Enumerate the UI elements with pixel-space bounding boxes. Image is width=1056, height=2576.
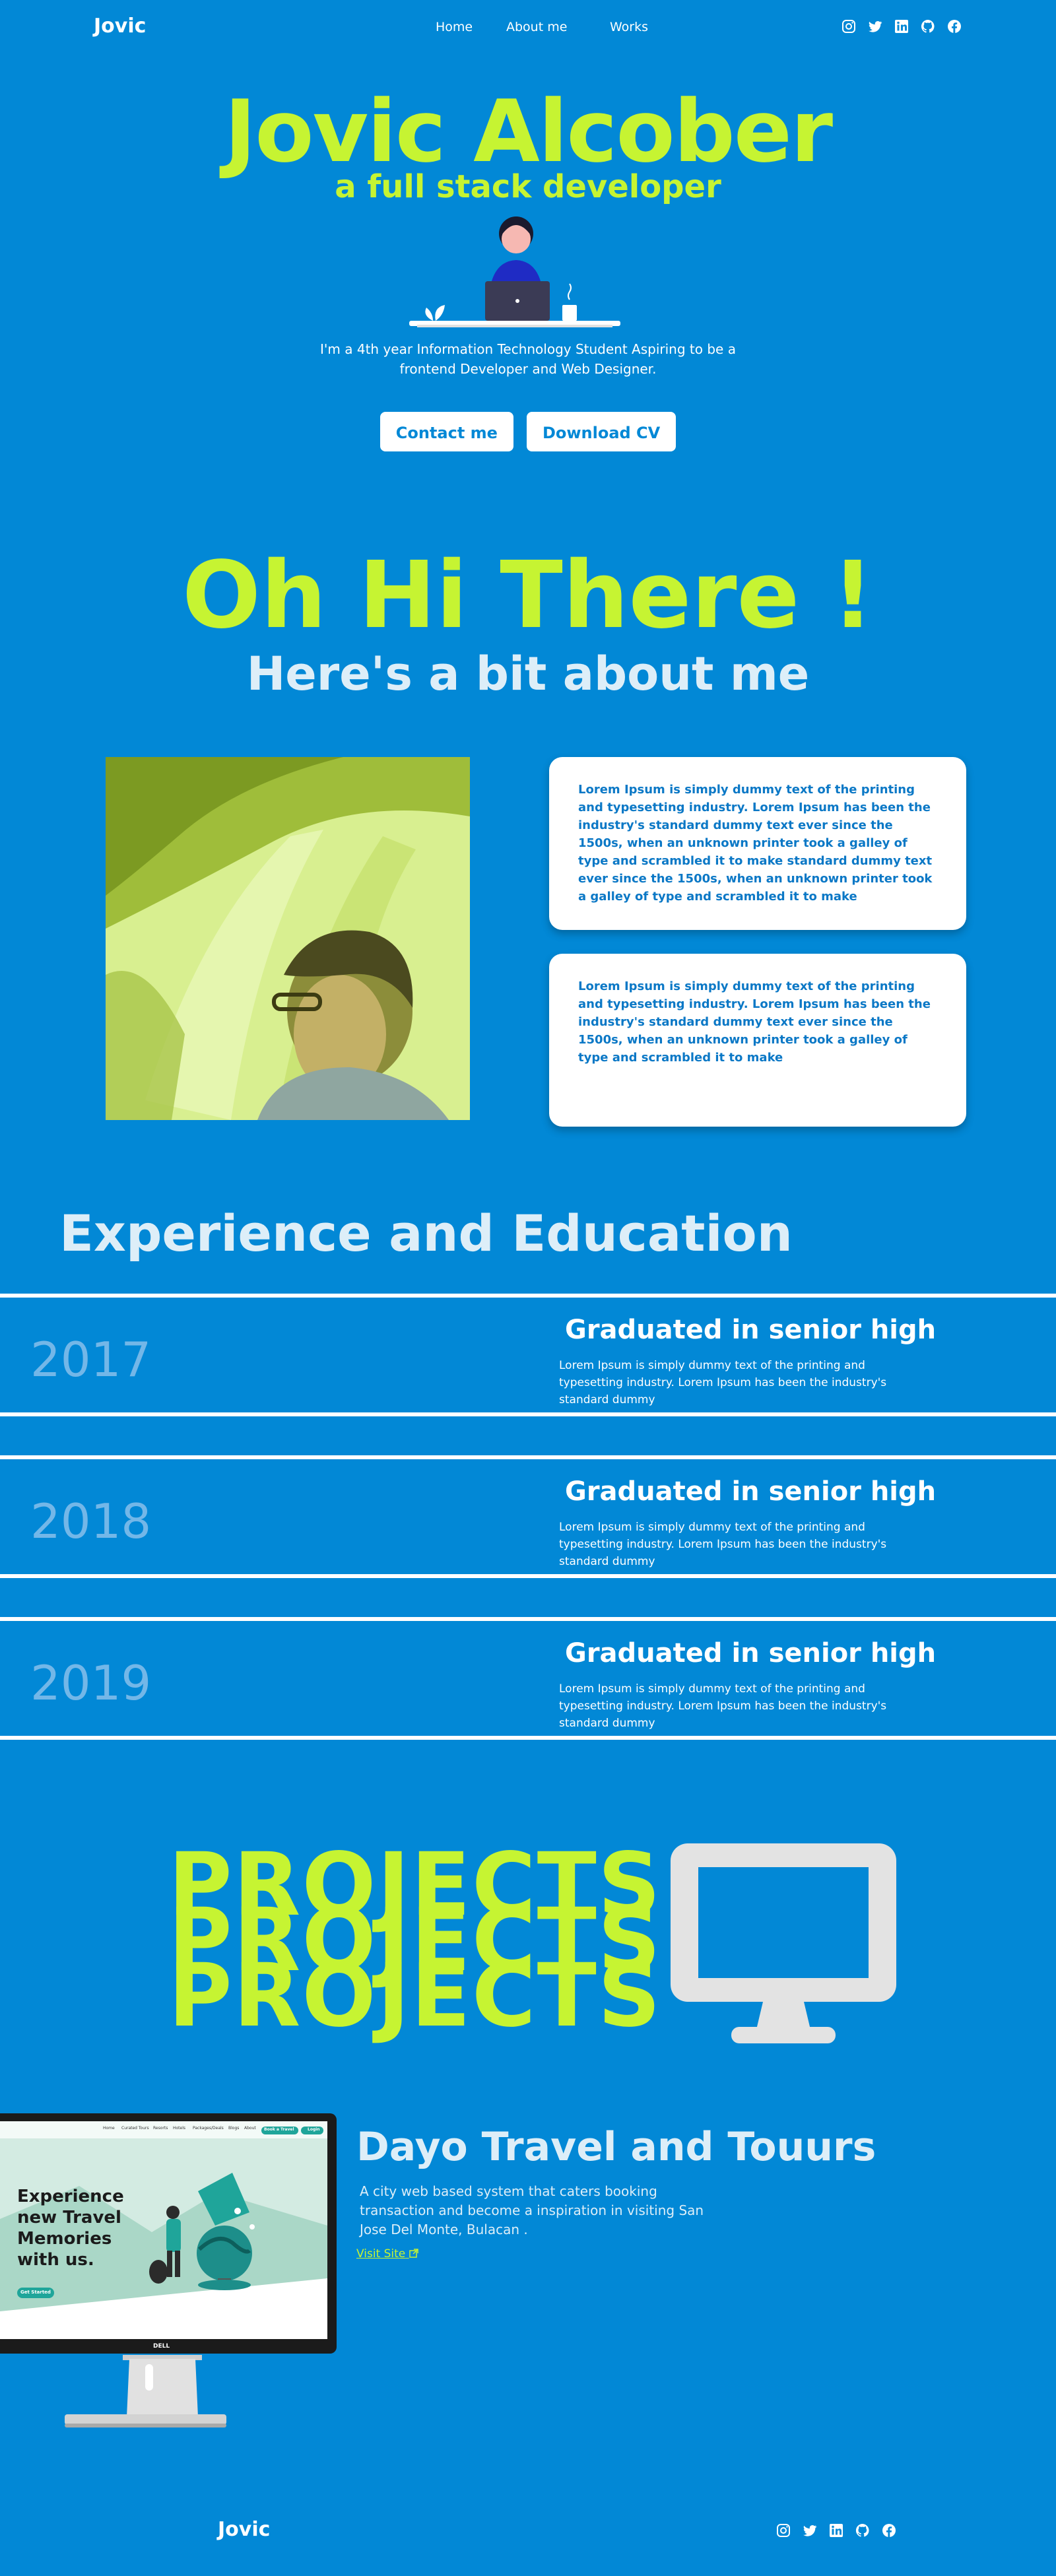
screen-nav-link: Curated Tours xyxy=(121,2126,149,2130)
project-description: A city web based system that caters book… xyxy=(360,2183,704,2237)
project-title: Dayo Travel and Touurs xyxy=(356,2124,876,2170)
visit-site-link[interactable]: Visit Site xyxy=(356,2247,418,2261)
profile-photo xyxy=(106,757,470,1120)
screen-cta: Login xyxy=(308,2127,320,2132)
hero-description: I'm a 4th year Information Technology St… xyxy=(320,341,736,377)
hero-buttons: Contact me Download CV xyxy=(0,412,1056,451)
github-icon[interactable] xyxy=(920,18,936,34)
hero-role: a full stack developer xyxy=(335,168,721,205)
download-cv-button[interactable]: Download CV xyxy=(526,412,676,451)
screen-headline: Experience new Travel Memories with us. xyxy=(17,2187,124,2270)
external-link-icon xyxy=(409,2247,418,2261)
nav-links: Home About me Works xyxy=(436,20,648,34)
about-subtitle: Here's a bit about me xyxy=(246,647,810,701)
footer-social-links xyxy=(776,2523,897,2541)
nav-link-works[interactable]: Works xyxy=(610,20,648,34)
twitter-icon[interactable] xyxy=(867,18,883,34)
screen-get-started: Get Started xyxy=(20,2290,51,2295)
footer-logo[interactable]: Jovic xyxy=(218,2518,270,2541)
social-links xyxy=(841,18,962,34)
experience-item-title: Graduated in senior high xyxy=(565,1638,937,1668)
about-greeting: Oh Hi There ! xyxy=(182,542,874,649)
screen-cta: Book a Travel xyxy=(264,2127,294,2132)
project-screenshot: Home Curated Tours Resorts Hotels Packag… xyxy=(0,2113,338,2437)
experience-item-desc: Lorem Ipsum is simply dummy text of the … xyxy=(559,1521,887,1568)
contact-me-button[interactable]: Contact me xyxy=(380,412,513,451)
experience-item: 2018 Graduated in senior high Lorem Ipsu… xyxy=(0,1455,1056,1578)
nav-link-about[interactable]: About me xyxy=(506,20,610,34)
instagram-icon[interactable] xyxy=(841,18,857,34)
instagram-icon[interactable] xyxy=(776,2523,791,2541)
visit-site-label: Visit Site xyxy=(356,2247,406,2261)
hero-name: Jovic Alcober xyxy=(224,81,833,182)
experience-item-title: Graduated in senior high xyxy=(565,1476,937,1507)
experience-item: 2017 Graduated in senior high Lorem Ipsu… xyxy=(0,1294,1056,1416)
facebook-icon[interactable] xyxy=(946,18,962,34)
monitor-icon xyxy=(671,1843,896,2043)
about-card-2: Lorem Ipsum is simply dummy text of the … xyxy=(549,954,966,1127)
screen-nav-link: Packages/Deals xyxy=(193,2126,224,2130)
site-logo[interactable]: Jovic xyxy=(94,15,146,38)
linkedin-icon[interactable] xyxy=(894,18,909,34)
experience-year: 2018 xyxy=(30,1494,152,1549)
screen-nav-link: Hotels xyxy=(173,2126,186,2130)
monitor-brand: DELL xyxy=(153,2343,170,2350)
experience-item-desc: Lorem Ipsum is simply dummy text of the … xyxy=(559,1359,887,1406)
experience-item-title: Graduated in senior high xyxy=(565,1315,937,1345)
about-card-1: Lorem Ipsum is simply dummy text of the … xyxy=(549,757,966,930)
developer-illustration xyxy=(409,216,620,327)
experience-year: 2019 xyxy=(30,1655,152,1711)
experience-title: Experience and Education xyxy=(59,1204,793,1263)
screen-nav-link: Resorts xyxy=(153,2126,168,2130)
screen-nav-link: Home xyxy=(103,2126,115,2130)
nav-link-home[interactable]: Home xyxy=(436,20,506,34)
facebook-icon[interactable] xyxy=(881,2523,897,2541)
projects-heading-echo: PROJECTS xyxy=(168,1945,662,2047)
experience-year: 2017 xyxy=(30,1332,152,1387)
experience-item: 2019 Graduated in senior high Lorem Ipsu… xyxy=(0,1617,1056,1740)
twitter-icon[interactable] xyxy=(802,2523,818,2541)
screen-nav-link: About xyxy=(244,2126,256,2130)
linkedin-icon[interactable] xyxy=(828,2523,844,2541)
experience-item-desc: Lorem Ipsum is simply dummy text of the … xyxy=(559,1682,887,1730)
screen-nav-link: Blogs xyxy=(228,2126,240,2130)
github-icon[interactable] xyxy=(855,2523,871,2541)
top-navbar: Jovic Home About me Works xyxy=(0,0,1056,55)
